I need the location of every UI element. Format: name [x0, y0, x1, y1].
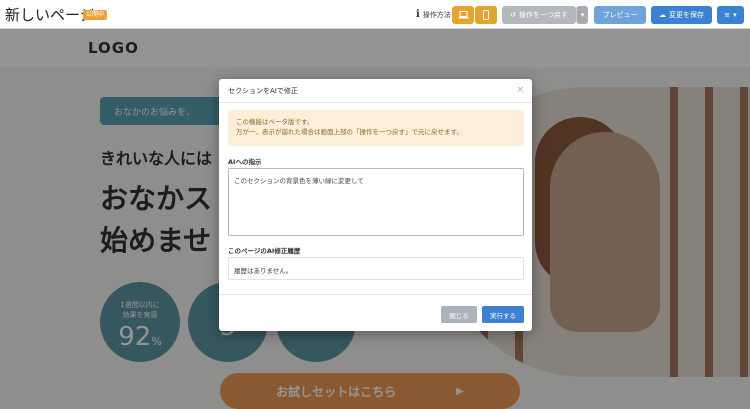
preview-button[interactable]: プレビュー	[594, 6, 646, 24]
history-list: 履歴はありません。	[228, 257, 524, 280]
modal-title: セクションをAIで修正	[228, 87, 298, 95]
top-toolbar: 新しいページ 公開中 i 操作方法 ↺ 操作を一つ戻す ▾ プレビュー ☁ 変更…	[0, 0, 750, 29]
laptop-icon	[458, 11, 468, 19]
save-label: 変更を保存	[669, 11, 704, 19]
undo-label: 操作を一つ戻す	[518, 11, 568, 19]
history-label: このページのAI修正履歴	[228, 247, 301, 255]
caret-down-icon: ▾	[733, 11, 737, 19]
modal-header: セクションをAIで修正 ×	[219, 79, 532, 103]
menu-button[interactable]: ≡ ▾	[717, 6, 744, 24]
help-link[interactable]: i 操作方法	[416, 9, 451, 20]
pc-view-button[interactable]	[452, 6, 474, 24]
info-icon: i	[416, 9, 420, 20]
alert-line: 万が一、表示が崩れた場合は画面上部の「操作を一つ戻す」で元に戻せます。	[236, 128, 463, 136]
status-badge: 公開中	[83, 10, 108, 20]
mobile-icon	[483, 10, 489, 20]
cloud-icon: ☁	[659, 11, 666, 19]
modal-footer: 閉じる 実行する	[219, 294, 532, 331]
close-icon[interactable]: ×	[516, 86, 524, 95]
ai-edit-modal: セクションをAIで修正 × この機能はベータ版です。 万が一、表示が崩れた場合は…	[219, 79, 532, 331]
execute-button[interactable]: 実行する	[482, 306, 524, 323]
beta-warning-alert: この機能はベータ版です。 万が一、表示が崩れた場合は画面上部の「操作を一つ戻す」…	[228, 110, 524, 146]
help-label: 操作方法	[422, 10, 451, 19]
hamburger-icon: ≡	[724, 11, 731, 19]
save-button[interactable]: ☁ 変更を保存	[651, 6, 712, 24]
mobile-view-button[interactable]	[475, 6, 497, 24]
alert-line: この機能はベータ版です。	[236, 118, 314, 126]
instruction-label: AIへの指示	[228, 158, 262, 166]
undo-icon: ↺	[510, 11, 516, 19]
ai-instruction-input[interactable]	[228, 168, 524, 236]
page-title: 新しいページ	[5, 6, 95, 24]
caret-down-icon: ▾	[580, 11, 585, 19]
undo-dropdown-button[interactable]: ▾	[576, 6, 588, 24]
close-button[interactable]: 閉じる	[441, 306, 477, 323]
undo-button[interactable]: ↺ 操作を一つ戻す	[502, 6, 576, 24]
